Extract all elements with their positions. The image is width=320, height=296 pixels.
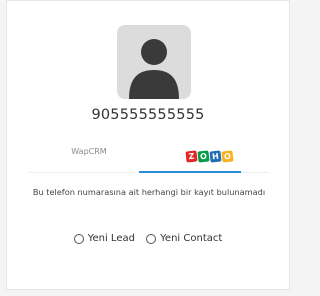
new-lead-option[interactable]: Yeni Lead: [73, 233, 135, 244]
active-tab-indicator: [139, 171, 241, 173]
zoho-letter: H: [208, 150, 222, 163]
new-contact-label: Yeni Contact: [160, 233, 223, 244]
no-record-message: Bu telefon numarasına ait herhangi bir k…: [32, 187, 266, 197]
zoho-letter: O: [196, 150, 210, 163]
new-lead-label: Yeni Lead: [87, 233, 135, 244]
contact-card: 905555555555 WapCRM Z O H O Bu telefon n…: [6, 0, 290, 290]
zoho-letter: Z: [184, 150, 198, 163]
new-contact-radio[interactable]: [146, 233, 157, 244]
phone-number: 905555555555: [91, 107, 205, 123]
user-silhouette-icon: [129, 39, 179, 99]
tab-wapcrm[interactable]: WapCRM: [29, 137, 149, 169]
zoho-letter: O: [220, 150, 234, 163]
tab-zoho[interactable]: Z O H O: [149, 137, 269, 169]
avatar: [117, 25, 191, 99]
new-lead-radio[interactable]: [73, 233, 84, 244]
create-options: Yeni Lead Yeni Contact: [7, 233, 289, 247]
new-contact-option[interactable]: Yeni Contact: [146, 233, 222, 244]
zoho-logo-icon: Z O H O: [184, 150, 234, 163]
tab-bar: WapCRM Z O H O: [29, 137, 269, 169]
